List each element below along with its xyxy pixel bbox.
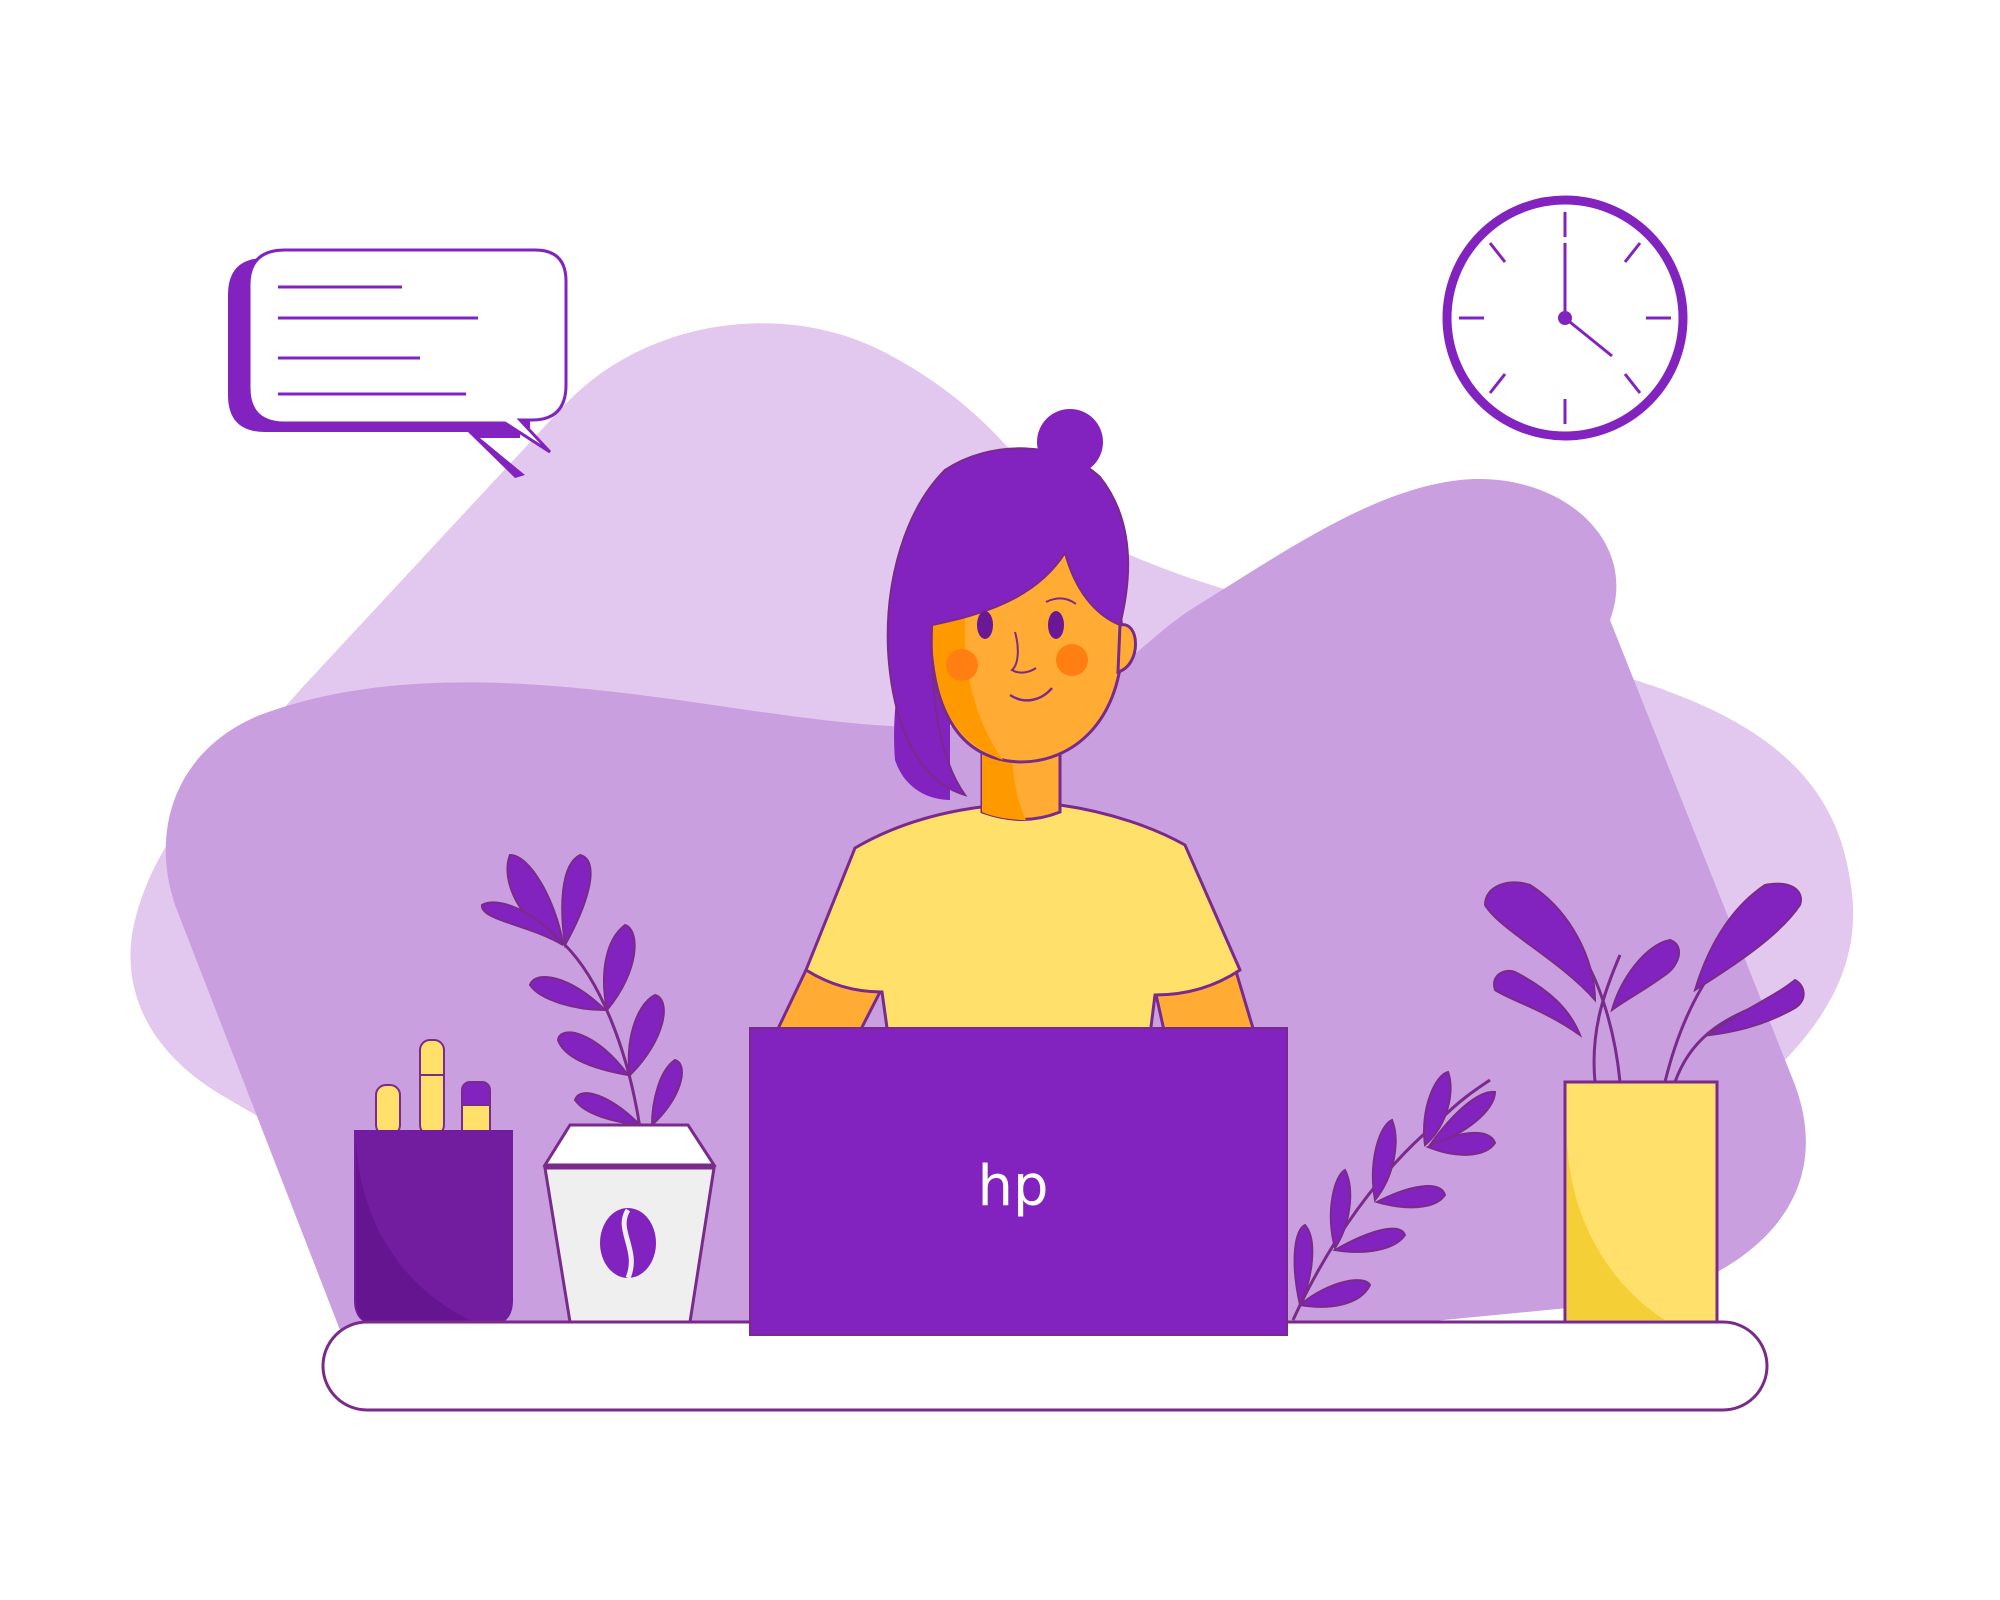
clock-center [1558, 311, 1572, 325]
coffee-cup-lid [542, 1123, 717, 1167]
coffee-bean-icon [600, 1208, 656, 1279]
left-eye [977, 611, 993, 639]
right-eye [1048, 611, 1064, 639]
right-cheek [1056, 644, 1088, 676]
wall-clock-icon [1442, 195, 1688, 441]
hair-bun [1037, 409, 1103, 475]
pencil [375, 1084, 401, 1136]
speech-bubble-body [247, 248, 568, 454]
pencil [419, 1039, 445, 1136]
laptop-logo: hp [977, 1154, 1048, 1219]
illustration-scene: hp [130, 195, 1854, 1412]
speech-bubble-icon [228, 248, 568, 478]
laptop: hp [749, 1027, 1288, 1336]
coffee-cup [542, 1123, 717, 1324]
left-cheek [946, 649, 978, 681]
